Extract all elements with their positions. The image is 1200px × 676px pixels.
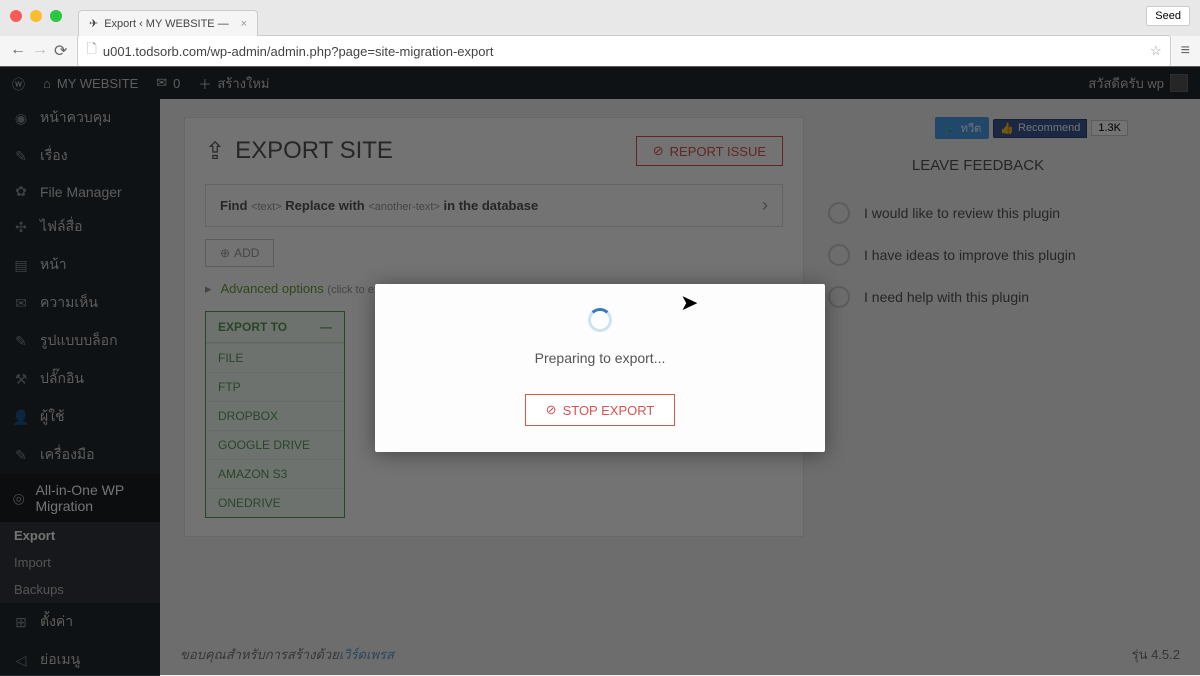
site-icon: 🗋 bbox=[86, 40, 96, 62]
maximize-window-icon[interactable] bbox=[50, 10, 62, 22]
browser-tab[interactable]: ✈ Export ‹ MY WEBSITE — × bbox=[78, 10, 258, 36]
bookmark-icon[interactable]: ☆ bbox=[1150, 43, 1162, 59]
close-window-icon[interactable] bbox=[10, 10, 22, 22]
hamburger-icon[interactable]: ≡ bbox=[1181, 42, 1190, 60]
modal-status-text: Preparing to export... bbox=[395, 350, 805, 366]
export-modal: Preparing to export... ⊘ STOP EXPORT bbox=[375, 284, 825, 452]
tab-favicon-icon: ✈ bbox=[89, 17, 98, 30]
spinner-icon bbox=[588, 308, 612, 332]
window-controls bbox=[10, 10, 62, 22]
tab-close-icon[interactable]: × bbox=[241, 18, 247, 30]
modal-overlay: Preparing to export... ⊘ STOP EXPORT bbox=[0, 66, 1200, 675]
nav-arrows: ← → ⟳ bbox=[10, 41, 67, 61]
stop-export-button[interactable]: ⊘ STOP EXPORT bbox=[525, 394, 676, 426]
seed-button[interactable]: Seed bbox=[1146, 6, 1190, 26]
back-icon[interactable]: ← bbox=[10, 41, 26, 61]
url-text: u001.todsorb.com/wp-admin/admin.php?page… bbox=[103, 44, 494, 59]
reload-icon[interactable]: ⟳ bbox=[54, 41, 67, 61]
url-input[interactable]: 🗋 u001.todsorb.com/wp-admin/admin.php?pa… bbox=[77, 35, 1170, 67]
tab-title: Export ‹ MY WEBSITE — bbox=[104, 18, 229, 30]
minimize-window-icon[interactable] bbox=[30, 10, 42, 22]
forward-icon[interactable]: → bbox=[32, 41, 48, 61]
stop-icon: ⊘ bbox=[546, 402, 557, 418]
browser-chrome: ✈ Export ‹ MY WEBSITE — × Seed ← → ⟳ 🗋 u… bbox=[0, 0, 1200, 67]
